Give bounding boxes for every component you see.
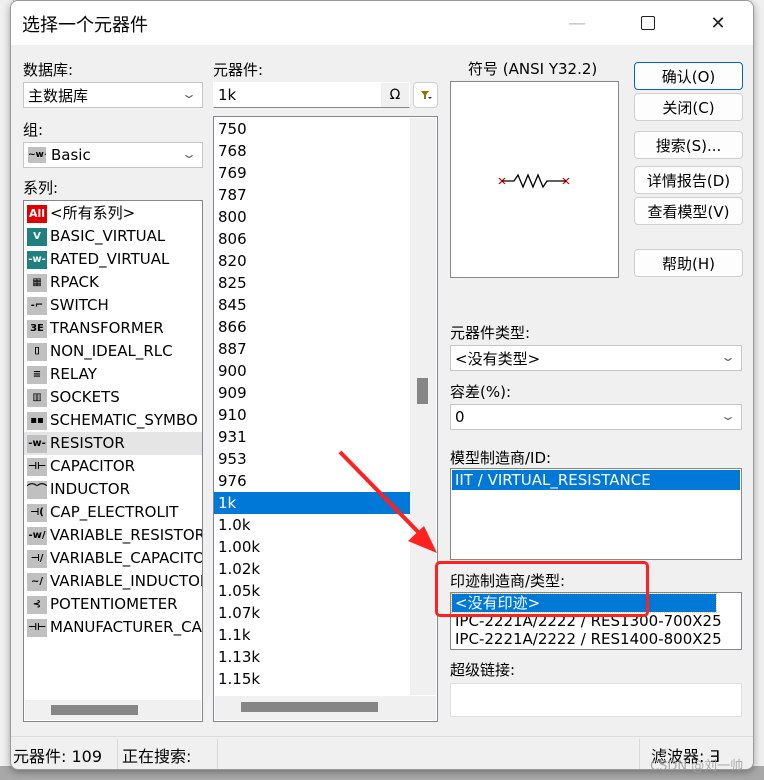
watermark: CSDN @刘一帅 xyxy=(650,759,744,774)
annotation-arrow xyxy=(338,450,437,553)
